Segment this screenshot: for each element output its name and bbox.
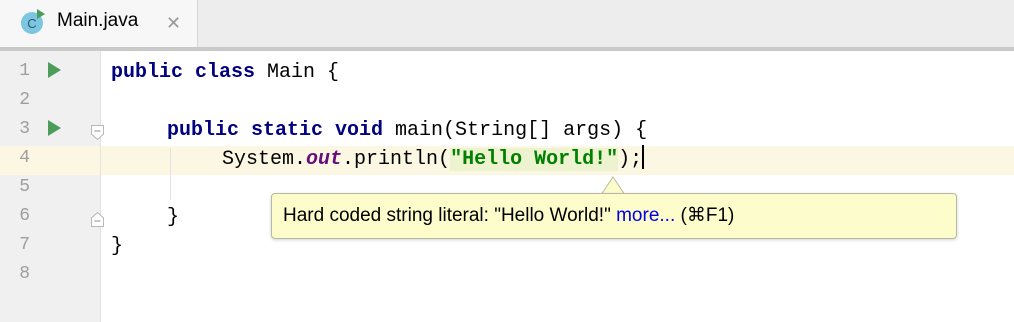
code-line-6[interactable]: } bbox=[167, 203, 179, 232]
line-number: 5 bbox=[19, 177, 30, 197]
code-line-3[interactable]: public static void main(String[] args) { bbox=[167, 116, 647, 145]
editor-tab-bar: C Main.java ✕ bbox=[0, 0, 1014, 47]
fold-end-icon[interactable] bbox=[91, 212, 104, 227]
keyword: public static void bbox=[167, 119, 384, 142]
tab-label: Main.java bbox=[57, 10, 139, 31]
run-icon[interactable] bbox=[47, 120, 61, 136]
tooltip-shortcut: (⌘F1) bbox=[675, 205, 735, 226]
string-literal[interactable]: "Hello World!" bbox=[450, 148, 619, 171]
code-line-1[interactable]: public class Main { bbox=[111, 58, 339, 87]
tab-main-java[interactable]: C Main.java ✕ bbox=[0, 0, 198, 47]
keyword: public class bbox=[111, 61, 256, 84]
java-class-run-icon: C bbox=[21, 9, 45, 34]
close-icon[interactable]: ✕ bbox=[166, 13, 181, 34]
tooltip-message: Hard coded string literal: "Hello World!… bbox=[283, 205, 617, 226]
run-icon[interactable] bbox=[47, 62, 61, 78]
text-caret bbox=[642, 145, 645, 169]
line-number: 3 bbox=[19, 119, 30, 139]
indent-guide bbox=[170, 148, 171, 200]
line-number: 8 bbox=[19, 264, 30, 284]
code-text: .println( bbox=[342, 148, 451, 171]
line-number: 2 bbox=[19, 90, 30, 110]
code-text: Main { bbox=[255, 61, 340, 84]
code-text: } bbox=[167, 206, 180, 229]
inspection-tooltip: Hard coded string literal: "Hello World!… bbox=[271, 193, 957, 239]
code-line-7[interactable]: } bbox=[111, 232, 123, 261]
code-text: ); bbox=[618, 148, 643, 171]
code-line-4[interactable]: System.out.println("Hello World!"); bbox=[222, 145, 645, 174]
line-number: 4 bbox=[19, 148, 30, 168]
fold-collapse-icon[interactable] bbox=[91, 125, 104, 140]
code-text: System. bbox=[222, 148, 307, 171]
more-link[interactable]: more... bbox=[616, 205, 675, 226]
code-text: main(String[] args) { bbox=[383, 119, 648, 142]
line-number: 1 bbox=[19, 61, 30, 81]
line-number: 6 bbox=[19, 206, 30, 226]
line-number: 7 bbox=[19, 235, 30, 255]
gutter-separator bbox=[100, 51, 101, 322]
code-text: } bbox=[111, 235, 124, 258]
static-field: out bbox=[306, 148, 343, 171]
class-icon-letter: C bbox=[27, 16, 36, 31]
tab-underline bbox=[0, 47, 1014, 51]
